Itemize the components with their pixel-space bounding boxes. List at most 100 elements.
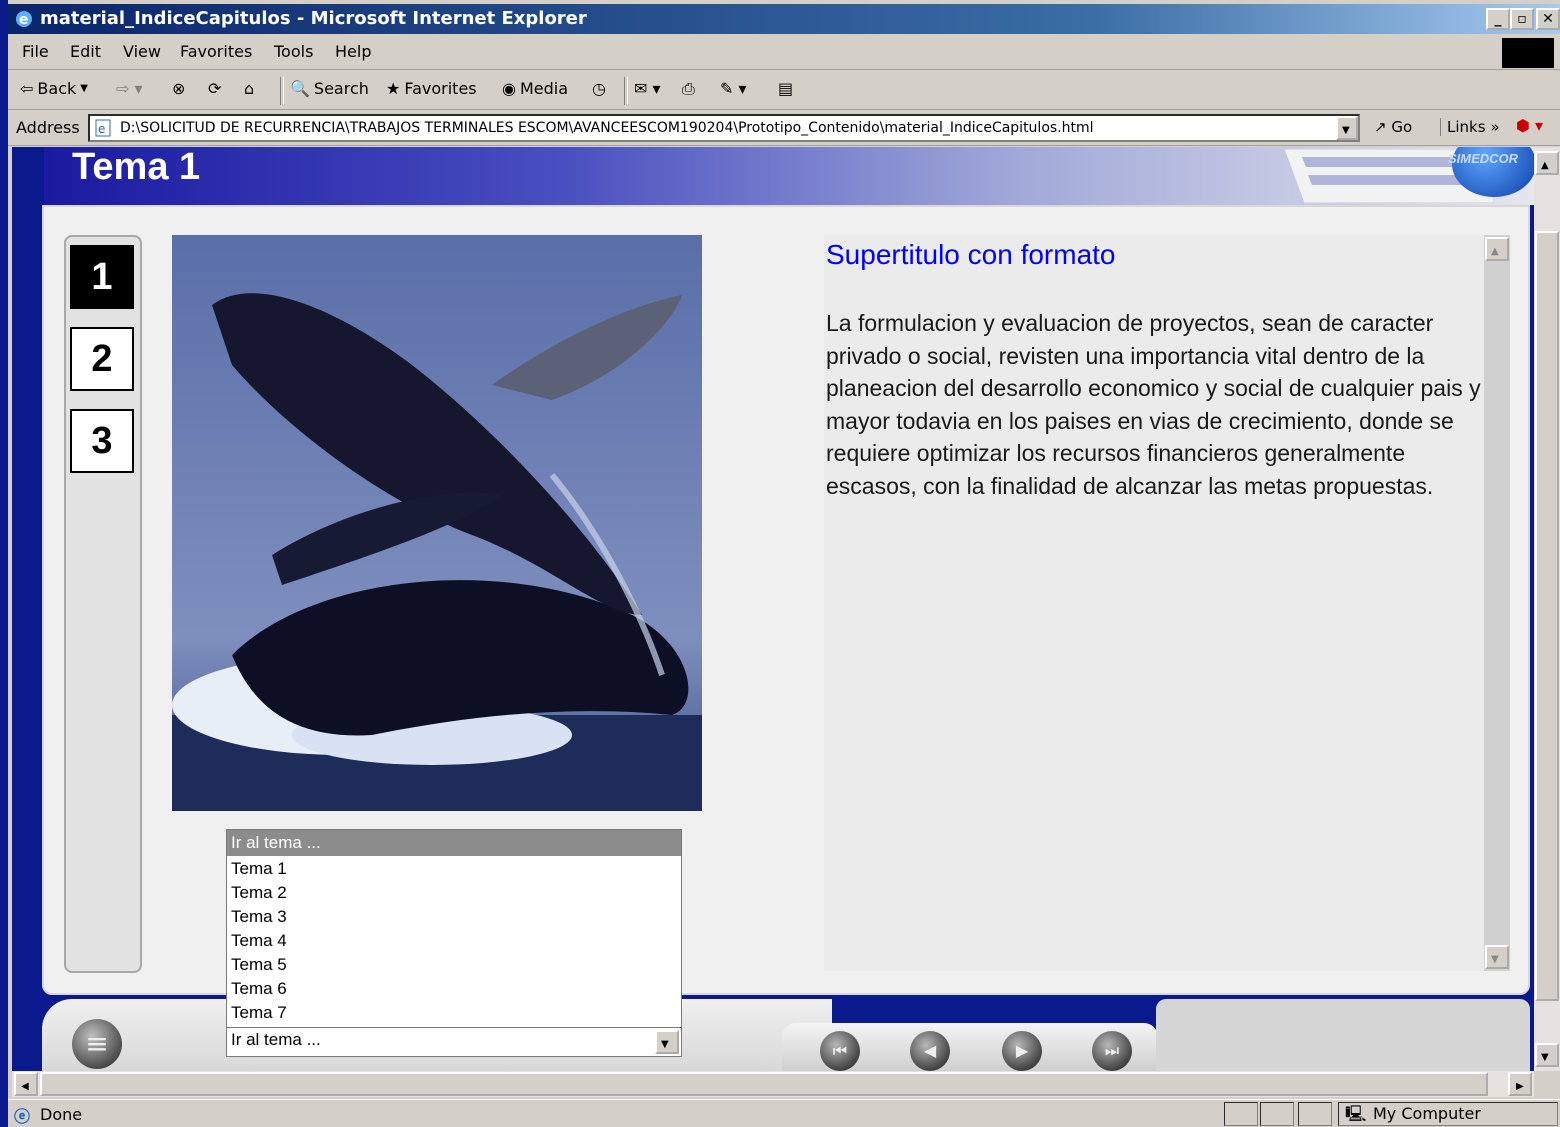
favorites-label: Favorites <box>404 79 477 98</box>
list-option-tema-1[interactable]: Tema 1 <box>231 857 287 881</box>
favorites-button[interactable]: ★ Favorites <box>386 79 477 98</box>
play-icon: ▶ <box>1015 1041 1029 1060</box>
back-label: Back <box>37 79 77 98</box>
menu-view[interactable]: View <box>123 42 161 61</box>
arrow-right-icon: ▶ <box>1516 1081 1524 1092</box>
menu-button[interactable]: ≡ <box>72 1019 122 1069</box>
history-icon: ◷ <box>592 79 606 98</box>
home-button[interactable]: ⌂ <box>244 79 254 98</box>
horizontal-scrollbar[interactable]: ◀ ▶ <box>12 1071 1534 1097</box>
toolbar-separator <box>624 77 628 105</box>
zone-label: My Computer <box>1373 1104 1481 1123</box>
go-arrow-icon: ↗ <box>1374 118 1387 136</box>
text-scrollbar[interactable]: ▲ ▼ <box>1484 235 1510 971</box>
list-option-tema-3[interactable]: Tema 3 <box>231 905 287 929</box>
previous-page-button[interactable]: ◀ <box>910 1031 950 1071</box>
search-icon: 🔍 <box>290 79 310 98</box>
chapter-button-3[interactable]: 3 <box>70 409 134 473</box>
minimize-button[interactable]: _ <box>1486 8 1510 30</box>
menu-help[interactable]: Help <box>335 42 371 61</box>
mail-button[interactable]: ✉ ▾ <box>634 79 661 98</box>
chevron-down-icon: ▼ <box>661 1039 669 1050</box>
go-button[interactable]: ↗ Go <box>1374 118 1412 136</box>
status-cell <box>1224 1102 1258 1126</box>
window-title: material_IndiceCapitulos - Microsoft Int… <box>40 8 587 29</box>
svg-text:e: e <box>98 122 105 136</box>
scroll-left-button[interactable]: ◀ <box>14 1072 38 1096</box>
status-bar: ⓔ Done 🖳 My Computer <box>8 1099 1560 1127</box>
links-label: Links <box>1447 118 1486 136</box>
print-icon: ⎙ <box>682 79 695 98</box>
scroll-down-button[interactable]: ▼ <box>1485 945 1509 969</box>
page-icon: e <box>95 119 111 137</box>
scroll-up-button[interactable]: ▲ <box>1485 237 1509 261</box>
logo-text: SIMEDCOR <box>1448 151 1519 166</box>
topic-dropdown-list[interactable]: Ir al tema ... Tema 1 Tema 2 Tema 3 Tema… <box>226 829 682 1057</box>
stop-button[interactable]: ⊗ <box>172 79 185 98</box>
search-button[interactable]: 🔍 Search <box>290 79 369 98</box>
next-page-button[interactable]: ▶ <box>1002 1031 1042 1071</box>
status-text: Done <box>40 1105 83 1124</box>
page-title: Tema 1 <box>72 147 201 188</box>
arrow-up-icon: ▲ <box>1491 246 1499 257</box>
arrow-up-icon: ▲ <box>1541 160 1549 171</box>
refresh-icon: ⟳ <box>208 79 222 98</box>
list-option-tema-6[interactable]: Tema 6 <box>231 977 287 1001</box>
menu-favorites[interactable]: Favorites <box>180 42 252 61</box>
scroll-thumb[interactable] <box>40 1072 1488 1096</box>
title-bar: e material_IndiceCapitulos - Microsoft I… <box>8 4 1560 34</box>
list-option-tema-2[interactable]: Tema 2 <box>231 881 287 905</box>
skip-back-icon: ⏮ <box>832 1041 848 1060</box>
maximize-button[interactable]: ▫ <box>1510 8 1534 30</box>
scroll-right-button[interactable]: ▶ <box>1508 1072 1532 1096</box>
scroll-thumb[interactable] <box>1535 231 1559 1001</box>
menu-lines-icon: ≡ <box>85 1027 109 1060</box>
skip-forward-icon: ⏭ <box>1104 1041 1120 1060</box>
supertitle: Supertitulo con formato <box>826 239 1116 270</box>
status-cell <box>1298 1102 1332 1126</box>
address-input[interactable]: e D:\SOLICITUD DE RECURRENCIA\TRABAJOS T… <box>88 114 1360 142</box>
list-option-tema-5[interactable]: Tema 5 <box>231 953 287 977</box>
last-page-button[interactable]: ⏭ <box>1092 1031 1132 1071</box>
close-button[interactable]: ✕ <box>1536 8 1560 30</box>
chapter-button-2[interactable]: 2 <box>70 327 134 391</box>
scroll-up-button[interactable]: ▲ <box>1535 151 1559 175</box>
address-label: Address <box>16 118 80 137</box>
forward-arrow-icon: ⇨ ▾ <box>116 79 143 98</box>
topic-select-value: Ir al tema ... <box>231 1030 321 1049</box>
address-url: D:\SOLICITUD DE RECURRENCIA\TRABAJOS TER… <box>120 120 1094 136</box>
back-button[interactable]: ⇦ Back ▼ <box>20 79 88 98</box>
forward-button[interactable]: ⇨ ▾ <box>116 79 143 98</box>
extension-button[interactable]: ⬢ ▾ <box>1516 116 1543 135</box>
topic-select[interactable]: Ir al tema ... ▼ <box>226 1027 682 1057</box>
list-option-placeholder[interactable]: Ir al tema ... <box>231 831 321 855</box>
print-button[interactable]: ⎙ <box>682 79 695 99</box>
media-button[interactable]: ◉ Media <box>502 79 568 98</box>
address-dropdown-button[interactable]: ▼ <box>1336 116 1358 140</box>
whale-photo <box>172 235 702 811</box>
acrobat-icon: ⬢ ▾ <box>1516 116 1544 135</box>
discuss-button[interactable]: ▤ <box>778 79 793 98</box>
topic-select-button[interactable]: ▼ <box>655 1030 679 1054</box>
history-button[interactable]: ◷ <box>592 79 606 98</box>
first-page-button[interactable]: ⏮ <box>820 1031 860 1071</box>
stop-icon: ⊗ <box>172 79 186 98</box>
chevron-right-icon: » <box>1490 118 1500 136</box>
menu-bar: File Edit View Favorites Tools Help <box>8 36 1560 70</box>
links-button[interactable]: Links » <box>1440 118 1500 136</box>
back-arrow-icon: ⇦ <box>20 79 34 98</box>
body-paragraph: La formulacion y evaluacion de proyectos… <box>826 310 1481 499</box>
chapter-button-1[interactable]: 1 <box>70 245 134 309</box>
menu-edit[interactable]: Edit <box>70 42 101 61</box>
arrow-left-icon: ◀ <box>21 1081 29 1092</box>
menu-tools[interactable]: Tools <box>274 42 313 61</box>
refresh-button[interactable]: ⟳ <box>208 79 221 98</box>
play-back-icon: ◀ <box>923 1041 937 1060</box>
scroll-down-button[interactable]: ▼ <box>1535 1043 1559 1067</box>
media-label: Media <box>519 79 569 98</box>
list-option-tema-4[interactable]: Tema 4 <box>231 929 287 953</box>
list-option-tema-7[interactable]: Tema 7 <box>231 1001 287 1025</box>
menu-file[interactable]: File <box>22 42 49 61</box>
edit-button[interactable]: ✎ ▾ <box>720 79 747 98</box>
vertical-scrollbar[interactable]: ▲ ▼ <box>1534 147 1560 1071</box>
